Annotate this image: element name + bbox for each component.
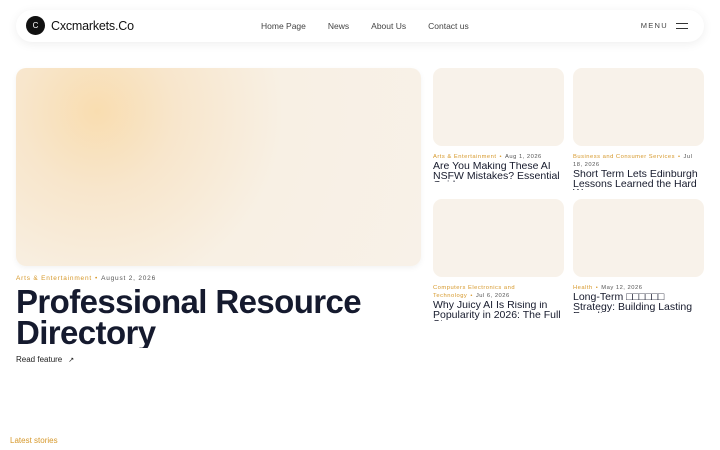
hero-category[interactable]: Arts & Entertainment [16, 275, 92, 282]
story-card[interactable]: Health • May 12, 2026 Long-Term □□□□□□ Str… [573, 199, 704, 313]
story-meta: Arts & Entertainment • Aug 1, 2026 [433, 153, 564, 161]
hero-image[interactable] [16, 68, 421, 266]
story-meta: Business and Consumer Services • Jul 18, 2… [573, 153, 704, 169]
nav-link-home[interactable]: Home Page [261, 21, 306, 31]
meta-separator: • [499, 154, 503, 160]
read-feature-link[interactable]: Read feature ↗ [16, 355, 74, 364]
story-category[interactable]: Health [573, 285, 593, 291]
meta-separator: • [678, 154, 681, 160]
meta-separator: • [470, 293, 473, 299]
nav-link-about[interactable]: About Us [371, 21, 406, 31]
hero-title[interactable]: Professional Resource Directory [16, 286, 416, 348]
story-date: Jul 6, 2026 [475, 293, 510, 299]
read-feature-label: Read feature [16, 355, 63, 364]
story-category[interactable]: Business and Consumer Services [573, 154, 675, 160]
story-thumbnail[interactable] [433, 68, 564, 146]
brand-logo[interactable]: C Cxcmarkets.Co [26, 16, 134, 35]
nav-link-news[interactable]: News [328, 21, 349, 31]
menu-button[interactable]: MENU [641, 21, 688, 30]
story-thumbnail[interactable] [433, 199, 564, 277]
story-card[interactable]: Business and Consumer Services • Jul 18, 2… [573, 68, 704, 190]
nav-links: Home Page News About Us Contact us [261, 21, 491, 31]
meta-separator: • [595, 285, 599, 291]
story-title[interactable]: Long-Term □□□□□□ Strategy: Building Last… [573, 293, 704, 313]
logo-mark: C [26, 16, 45, 35]
story-thumbnail[interactable] [573, 68, 704, 146]
story-card[interactable]: Computers Electronics and Technology • Jul… [433, 199, 564, 321]
story-date: Aug 1, 2026 [505, 154, 542, 160]
nav-link-contact[interactable]: Contact us [428, 21, 469, 31]
story-thumbnail[interactable] [573, 199, 704, 277]
arrow-up-right-icon: ↗ [68, 356, 75, 364]
story-meta: Computers Electronics and Technology • Jul… [433, 284, 564, 300]
story-title[interactable]: Are You Making These AI NSFW Mistakes? E… [433, 162, 564, 182]
story-title[interactable]: Why Juicy AI Is Rising in Popularity in … [433, 301, 564, 321]
hero-meta: Arts & Entertainment • August 2, 2026 [16, 275, 156, 282]
hamburger-icon [676, 22, 688, 29]
meta-separator: • [94, 275, 99, 282]
story-category[interactable]: Arts & Entertainment [433, 154, 496, 160]
story-meta: Health • May 12, 2026 [573, 284, 704, 292]
hero-date: August 2, 2026 [101, 275, 156, 282]
story-title[interactable]: Short Term Lets Edinburgh Lessons Learne… [573, 170, 704, 190]
story-date: May 12, 2026 [601, 285, 643, 291]
brand-name: Cxcmarkets.Co [51, 18, 134, 33]
menu-label: MENU [640, 21, 668, 30]
story-card[interactable]: Arts & Entertainment • Aug 1, 2026 Are You… [433, 68, 564, 182]
latest-stories-heading: Latest stories [10, 436, 58, 445]
top-nav: C Cxcmarkets.Co Home Page News About Us … [16, 10, 704, 42]
